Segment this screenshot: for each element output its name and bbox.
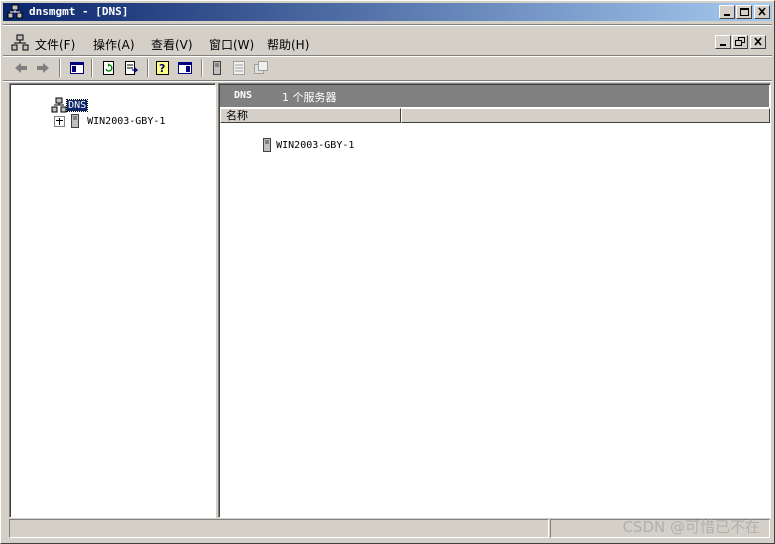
- menu-bar: 文件(F) 操作(A) 查看(V) 窗口(W) 帮助(H): [3, 32, 772, 54]
- properties-icon: [233, 61, 245, 75]
- mdi-restore-button[interactable]: [732, 35, 748, 49]
- properties-button[interactable]: [229, 59, 249, 77]
- show-hide-tree-button[interactable]: [67, 59, 87, 77]
- menu-view[interactable]: 查看(V): [151, 36, 193, 53]
- minimize-icon: [720, 44, 726, 46]
- help-icon: ?: [156, 61, 169, 75]
- menu-file[interactable]: 文件(F): [35, 36, 75, 53]
- result-pane[interactable]: DNS 1 个服务器 名称 WIN2003-GBY-1: [218, 83, 771, 518]
- status-cell-main: [9, 519, 549, 538]
- action-pane-button[interactable]: [175, 59, 195, 77]
- forward-button[interactable]: [33, 59, 53, 77]
- toolbar-separator: [91, 59, 93, 77]
- dns-app-icon: [7, 4, 23, 19]
- action-pane-icon: [178, 62, 192, 74]
- tree-expander-icon[interactable]: [54, 115, 66, 127]
- list-item-name: WIN2003-GBY-1: [276, 140, 355, 151]
- new-window-button[interactable]: [251, 59, 271, 77]
- back-button[interactable]: [11, 59, 31, 77]
- refresh-button[interactable]: [99, 59, 119, 77]
- column-header-row: 名称: [220, 108, 770, 123]
- toolbar-separator: [147, 59, 149, 77]
- column-header-empty[interactable]: [401, 108, 770, 123]
- toolbar-separator: [201, 59, 203, 77]
- export-list-icon: [125, 61, 139, 75]
- title-divider: [3, 24, 772, 26]
- column-header-name[interactable]: 名称: [220, 108, 401, 123]
- close-icon: [754, 37, 762, 46]
- toolbar-separator: [59, 59, 61, 77]
- menu-help[interactable]: 帮助(H): [267, 36, 309, 53]
- export-list-button[interactable]: [121, 59, 141, 77]
- server-icon: [213, 61, 221, 75]
- mmc-window: dnsmgmt - [DNS] 文件(F) 操作(A) 查看(V) 窗口(W) …: [0, 0, 775, 544]
- server-icon: [71, 114, 80, 128]
- tree-node-label: WIN2003-GBY-1: [87, 116, 166, 127]
- menu-window[interactable]: 窗口(W): [209, 36, 254, 53]
- svg-text:?: ?: [159, 62, 165, 75]
- mdi-minimize-button[interactable]: [715, 35, 731, 49]
- close-icon: [758, 7, 766, 16]
- result-header-subtitle: 1 个服务器: [282, 91, 337, 104]
- back-icon: [15, 63, 27, 73]
- tree-node-server[interactable]: WIN2003-GBY-1: [18, 102, 165, 128]
- help-button[interactable]: ?: [153, 59, 173, 77]
- toolbar-divider: [3, 80, 772, 82]
- refresh-icon: [103, 61, 114, 75]
- minimize-button[interactable]: [719, 5, 735, 19]
- restore-icon: [735, 37, 745, 46]
- mdi-caption-buttons: [714, 35, 766, 49]
- watermark-text: CSDN @可惜已不在: [622, 518, 760, 536]
- list-item[interactable]: WIN2003-GBY-1: [225, 126, 354, 152]
- server-button[interactable]: [207, 59, 227, 77]
- close-button[interactable]: [754, 5, 770, 19]
- caption-buttons: [718, 5, 770, 19]
- result-header-band: DNS 1 个服务器: [220, 85, 769, 107]
- minimize-icon: [724, 14, 730, 16]
- maximize-button[interactable]: [736, 5, 752, 19]
- server-icon: [263, 138, 272, 152]
- result-header-title: DNS: [234, 90, 253, 101]
- forward-icon: [37, 63, 49, 73]
- new-window-icon: [254, 61, 268, 74]
- system-menu-icon[interactable]: [11, 34, 29, 52]
- toolbar: ?: [3, 57, 772, 79]
- title-bar[interactable]: dnsmgmt - [DNS]: [3, 3, 772, 21]
- mdi-close-button[interactable]: [750, 35, 766, 49]
- console-tree[interactable]: DNS WIN2003-GBY-1: [9, 83, 216, 518]
- show-hide-tree-icon: [70, 62, 84, 74]
- maximize-icon: [740, 8, 749, 16]
- window-title: dnsmgmt - [DNS]: [29, 5, 129, 18]
- menu-action[interactable]: 操作(A): [93, 36, 135, 53]
- tree-root-dns[interactable]: DNS: [15, 86, 89, 113]
